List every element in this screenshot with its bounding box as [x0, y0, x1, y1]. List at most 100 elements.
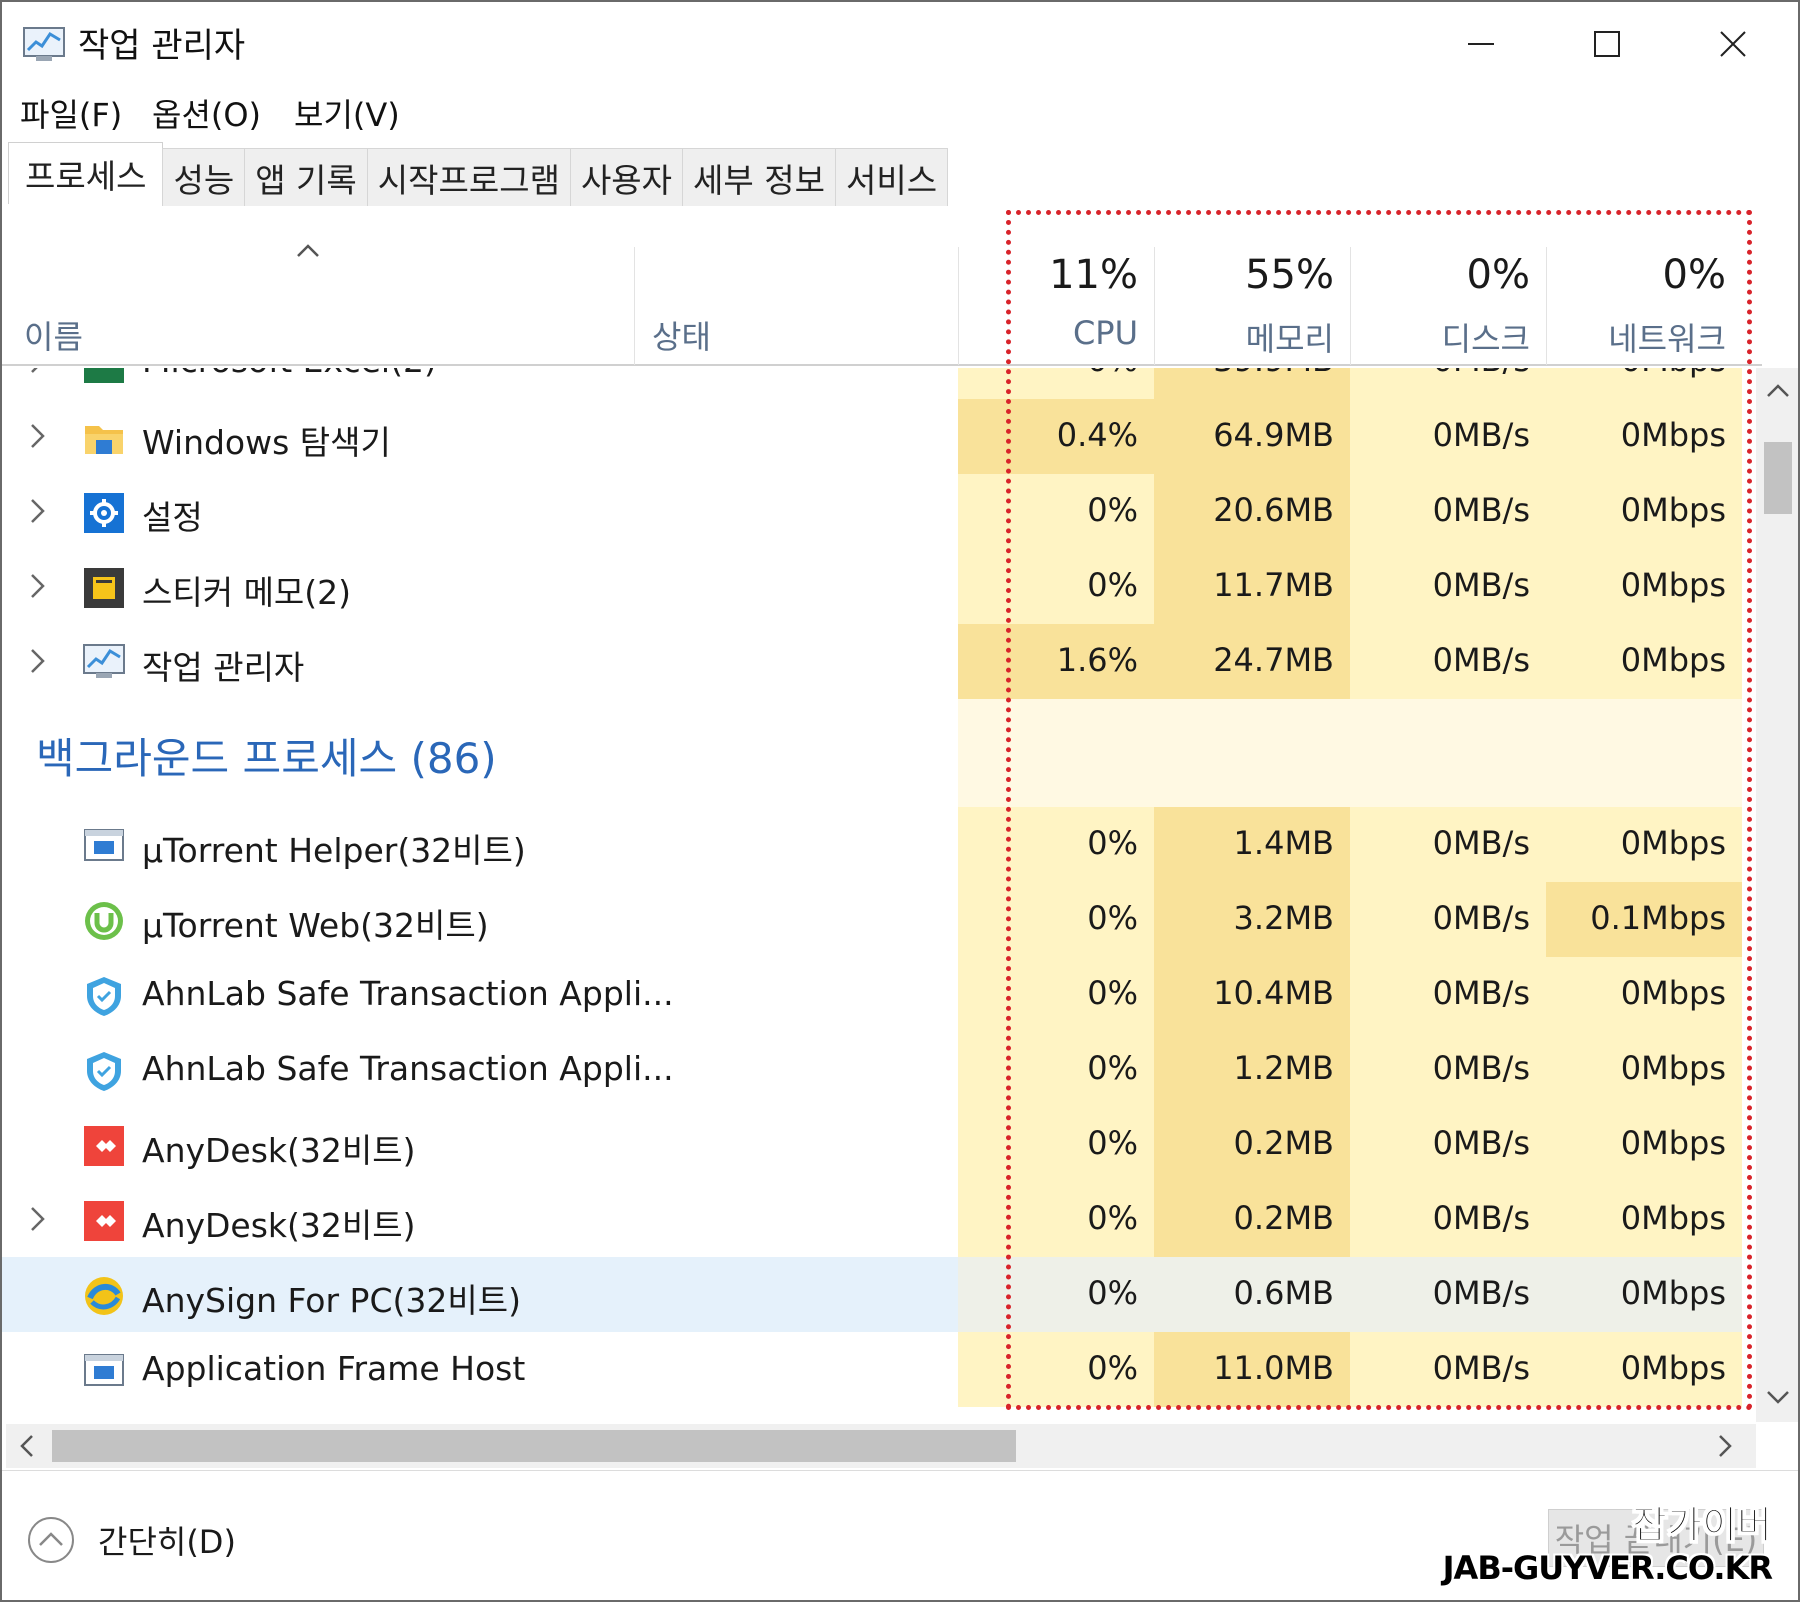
- cpu-cell: 0%: [958, 1332, 1154, 1407]
- watermark-title: 잡가이버: [1632, 1503, 1773, 1548]
- chevron-right-icon[interactable]: [28, 571, 48, 605]
- cpu-cell: 0.4%: [958, 399, 1154, 474]
- network-cell: 0Mbps: [1546, 1107, 1742, 1182]
- chevron-right-icon[interactable]: [28, 421, 48, 455]
- tab-details[interactable]: 세부 정보: [682, 148, 836, 206]
- chevron-right-icon[interactable]: [28, 646, 48, 680]
- table-row[interactable]: Application Frame Host 0% 11.0MB 0MB/s 0Mbps: [2, 1332, 1762, 1407]
- cpu-cell: 1.6%: [958, 624, 1154, 699]
- horizontal-scroll-thumb[interactable]: [52, 1430, 1016, 1462]
- disk-cell: 0MB/s: [1350, 957, 1546, 1032]
- scroll-up-icon[interactable]: [1766, 382, 1790, 398]
- process-list: Microsoft Excel(2) 0% 39.9MB 0MB/s 0Mbps…: [2, 368, 1762, 1422]
- process-name: 스티커 메모(2): [142, 573, 352, 612]
- anydesk-icon: [82, 1199, 126, 1243]
- table-row[interactable]: AhnLab Safe Transaction Appli... 0% 1.2MB 0…: [2, 1032, 1762, 1107]
- disk-cell: 0MB/s: [1350, 624, 1546, 699]
- utorrent-icon: [82, 899, 126, 943]
- table-row[interactable]: µTorrent Web(32비트) 0% 3.2MB 0MB/s 0.1Mbps: [2, 882, 1762, 957]
- process-name: AnySign For PC(32비트): [142, 1281, 521, 1320]
- group-header-fill: [958, 699, 1742, 807]
- network-cell: 0Mbps: [1546, 807, 1742, 882]
- column-header-memory[interactable]: 메모리: [1154, 314, 1334, 360]
- watermark-url: JAB-GUYVER.CO.KR: [1442, 1549, 1773, 1587]
- table-row[interactable]: AnySign For PC(32비트) 0% 0.6MB 0MB/s 0Mbps: [2, 1257, 1762, 1332]
- name-cell: µTorrent Web(32비트): [2, 882, 958, 957]
- cpu-cell: 0%: [958, 1182, 1154, 1257]
- column-header-network[interactable]: 네트워크: [1546, 314, 1726, 360]
- minimize-button[interactable]: [1426, 12, 1536, 76]
- cpu-cell: 0%: [958, 368, 1154, 399]
- memory-cell: 0.2MB: [1154, 1107, 1350, 1182]
- memory-cell: 20.6MB: [1154, 474, 1350, 549]
- table-row[interactable]: 스티커 메모(2) 0% 11.7MB 0MB/s 0Mbps: [2, 549, 1762, 624]
- anysign-icon: [82, 1274, 126, 1318]
- task-manager-app-icon: [22, 24, 68, 64]
- cpu-cell: 0%: [958, 1032, 1154, 1107]
- table-row[interactable]: Windows 탐색기 0.4% 64.9MB 0MB/s 0Mbps: [2, 399, 1762, 474]
- table-row[interactable]: 설정 0% 20.6MB 0MB/s 0Mbps: [2, 474, 1762, 549]
- name-cell: AhnLab Safe Transaction Appli...: [2, 1032, 958, 1107]
- cpu-total-percent[interactable]: 11%: [958, 252, 1138, 298]
- cpu-cell: 0%: [958, 1257, 1154, 1332]
- scroll-down-icon[interactable]: [1766, 1390, 1790, 1406]
- name-cell: AnyDesk(32비트): [2, 1182, 958, 1257]
- table-row[interactable]: 작업 관리자 1.6% 24.7MB 0MB/s 0Mbps: [2, 624, 1762, 699]
- horizontal-scrollbar[interactable]: [6, 1424, 1756, 1468]
- menu-options[interactable]: 옵션(O): [152, 90, 261, 136]
- table-row[interactable]: Microsoft Excel(2) 0% 39.9MB 0MB/s 0Mbps: [2, 368, 1762, 399]
- network-cell: 0Mbps: [1546, 549, 1742, 624]
- memory-cell: 1.2MB: [1154, 1032, 1350, 1107]
- group-title: 백그라운드 프로세스 (86): [36, 734, 497, 783]
- maximize-button[interactable]: [1552, 12, 1662, 76]
- process-name: µTorrent Helper(32비트): [142, 831, 526, 870]
- name-cell: Application Frame Host: [2, 1332, 958, 1407]
- shield-icon: [82, 974, 126, 1018]
- tab-performance[interactable]: 성능: [162, 148, 246, 206]
- vertical-scrollbar[interactable]: [1756, 368, 1798, 1422]
- chevron-right-icon[interactable]: [28, 368, 48, 380]
- name-cell: µTorrent Helper(32비트): [2, 807, 958, 882]
- tab-users[interactable]: 사용자: [569, 148, 684, 206]
- scroll-left-icon[interactable]: [18, 1434, 34, 1458]
- disk-total-percent[interactable]: 0%: [1350, 252, 1530, 298]
- network-cell: 0Mbps: [1546, 1257, 1742, 1332]
- disk-cell: 0MB/s: [1350, 399, 1546, 474]
- menu-view[interactable]: 보기(V): [294, 90, 400, 136]
- memory-cell: 3.2MB: [1154, 882, 1350, 957]
- tab-services[interactable]: 서비스: [834, 148, 949, 206]
- network-cell: 0Mbps: [1546, 1332, 1742, 1407]
- table-row[interactable]: AhnLab Safe Transaction Appli... 0% 10.4MB…: [2, 957, 1762, 1032]
- menu-file[interactable]: 파일(F): [20, 90, 122, 136]
- disk-cell: 0MB/s: [1350, 474, 1546, 549]
- watermark: 잡가이버 JAB-GUYVER.CO.KR: [1442, 1494, 1773, 1588]
- cpu-cell: 0%: [958, 549, 1154, 624]
- scroll-right-icon[interactable]: [1718, 1434, 1734, 1458]
- process-name: AhnLab Safe Transaction Appli...: [142, 974, 674, 1013]
- tab-startup[interactable]: 시작프로그램: [366, 148, 571, 206]
- disk-cell: 0MB/s: [1350, 1182, 1546, 1257]
- tab-processes[interactable]: 프로세스: [8, 142, 164, 204]
- memory-cell: 24.7MB: [1154, 624, 1350, 699]
- column-header-disk[interactable]: 디스크: [1350, 314, 1530, 360]
- close-button[interactable]: [1678, 12, 1788, 76]
- fewer-details-button[interactable]: 간단히(D): [26, 1515, 236, 1565]
- column-header-status[interactable]: 상태: [652, 312, 711, 358]
- menu-bar: 파일(F) 옵션(O) 보기(V): [2, 86, 1798, 142]
- excel-icon: [82, 368, 126, 385]
- network-total-percent[interactable]: 0%: [1546, 252, 1726, 298]
- title-bar: 작업 관리자: [2, 2, 1798, 86]
- vertical-scroll-thumb[interactable]: [1764, 442, 1792, 514]
- memory-total-percent[interactable]: 55%: [1154, 252, 1334, 298]
- table-row[interactable]: AnyDesk(32비트) 0% 0.2MB 0MB/s 0Mbps: [2, 1182, 1762, 1257]
- chevron-right-icon[interactable]: [28, 1204, 48, 1238]
- column-header-name[interactable]: 이름: [24, 312, 83, 358]
- table-row[interactable]: µTorrent Helper(32비트) 0% 1.4MB 0MB/s 0Mbps: [2, 807, 1762, 882]
- table-row[interactable]: AnyDesk(32비트) 0% 0.2MB 0MB/s 0Mbps: [2, 1107, 1762, 1182]
- name-cell: AnySign For PC(32비트): [2, 1257, 958, 1332]
- tab-strip: 프로세스 성능 앱 기록 시작프로그램 사용자 세부 정보 서비스: [8, 142, 949, 206]
- column-header-cpu[interactable]: CPU: [958, 314, 1138, 352]
- tab-app-history[interactable]: 앱 기록: [244, 148, 368, 206]
- process-name: Microsoft Excel(2): [142, 368, 437, 380]
- chevron-right-icon[interactable]: [28, 496, 48, 530]
